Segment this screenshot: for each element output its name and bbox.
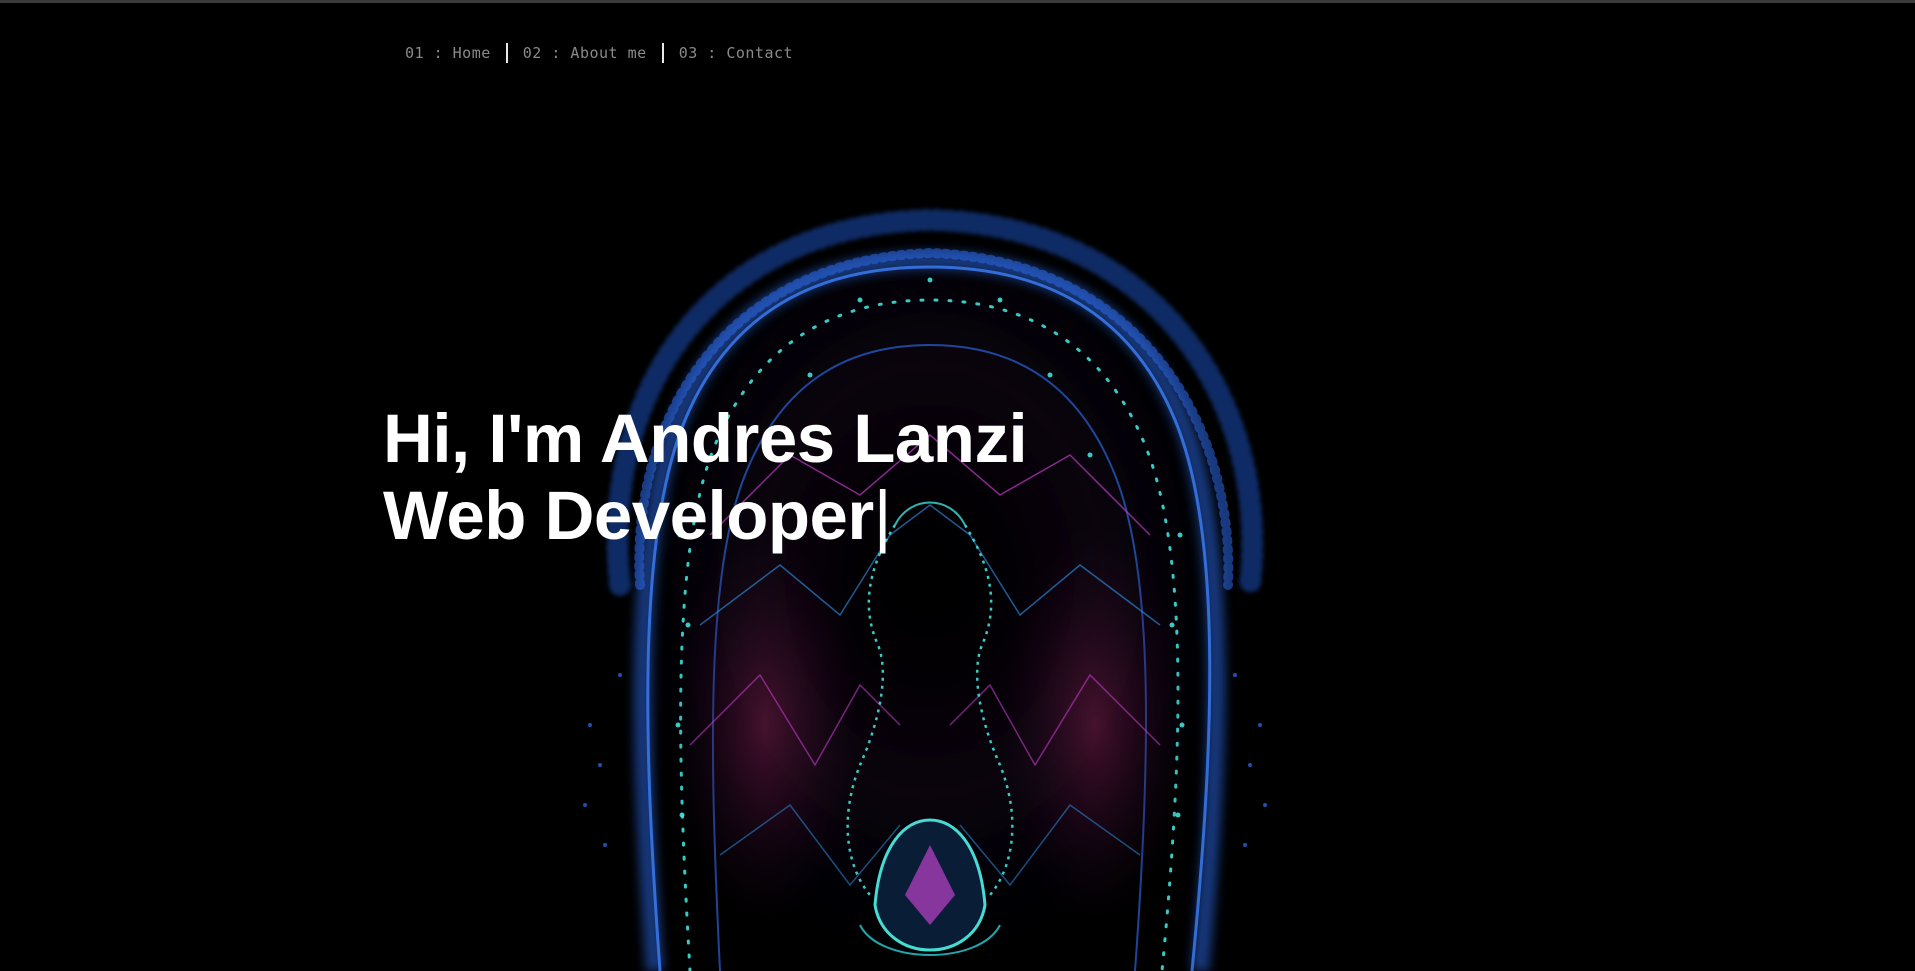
main-nav: 01 : Home 02 : About me 03 : Contact [405,43,793,63]
hero-role-line: Web Developer| [383,477,1027,554]
nav-home-link[interactable]: 01 : Home [405,44,491,62]
nav-divider [661,43,664,63]
top-border [0,0,1915,3]
typing-cursor: | [873,477,892,554]
nav-divider [505,43,508,63]
particle-face-icon [583,208,1267,971]
nav-about-link[interactable]: 02 : About me [523,44,647,62]
hero-headline: Hi, I'm Andres Lanzi Web Developer| [383,400,1028,554]
hero-role: Web Developer [383,477,874,554]
nav-contact-link[interactable]: 03 : Contact [679,44,793,62]
hero-greeting: Hi, I'm Andres Lanzi [383,400,1028,477]
page: 01 : Home 02 : About me 03 : Contact Hi,… [0,0,1915,971]
